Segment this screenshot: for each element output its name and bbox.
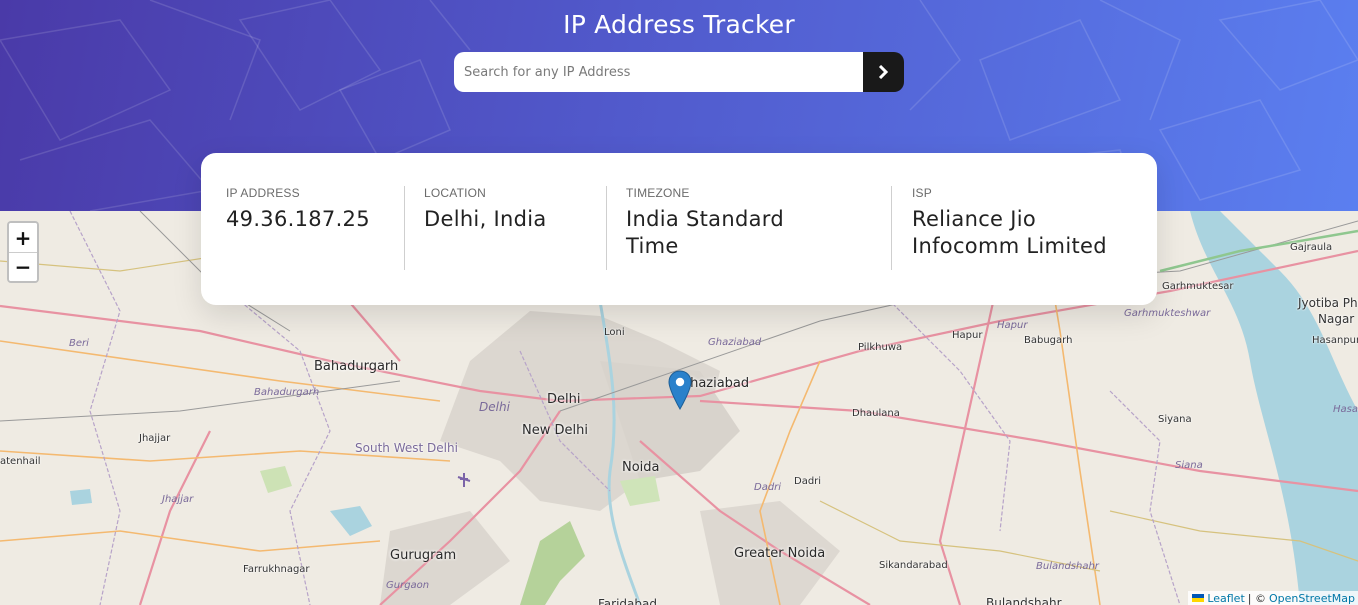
- map-label-delhi-district: Delhi: [479, 400, 510, 414]
- map-label-beri: Beri: [69, 338, 89, 349]
- zoom-control: + −: [7, 221, 39, 283]
- map-label-new-delhi: New Delhi: [522, 423, 588, 438]
- map-label-dadri: Dadri: [794, 476, 822, 487]
- isp-panel: ISP Reliance Jio Infocomm Limited: [891, 186, 1131, 305]
- map-label-siana-district: Siana: [1175, 460, 1203, 471]
- timezone-value: India Standard Time: [626, 207, 784, 258]
- map-label-hasanpur: Hasanpur: [1312, 335, 1358, 346]
- openstreetmap-link[interactable]: OpenStreetMap: [1269, 592, 1355, 605]
- location-value: Delhi, India: [424, 207, 547, 231]
- attribution-separator: | ©: [1247, 591, 1266, 605]
- map-label-hapur-district: Hapur: [997, 320, 1028, 331]
- map-label-greater-noida: Greater Noida: [734, 546, 826, 561]
- map-label-siyana: Siyana: [1158, 414, 1192, 425]
- map-label-dadri-district: Dadri: [754, 482, 782, 493]
- map-label-faridabad: Faridabad: [598, 597, 657, 605]
- map-label-bulandshahr: Bulandshahr: [986, 596, 1062, 605]
- map-label-nagar: Nagar: [1318, 312, 1355, 326]
- map-pin-icon[interactable]: [668, 370, 692, 410]
- search-submit-button[interactable]: [863, 52, 904, 92]
- map-label-farrukhnagar: Farrukhnagar: [243, 564, 310, 575]
- map-label-bulandshahr-district: Bulandshahr: [1036, 561, 1099, 572]
- map-label-bahadurgarh-district: Bahadurgarh: [254, 387, 320, 398]
- map-label-pilkhuwa: Pilkhuwa: [858, 342, 903, 353]
- map-label-dhaulana: Dhaulana: [852, 408, 900, 419]
- map-label-loni: Loni: [604, 327, 625, 338]
- map-label-hapur: Hapur: [952, 330, 983, 341]
- location-panel: LOCATION Delhi, India: [404, 186, 606, 305]
- isp-label: ISP: [912, 186, 932, 200]
- ip-address-panel: IP ADDRESS 49.36.187.25: [226, 186, 404, 305]
- leaflet-link[interactable]: Leaflet: [1207, 592, 1244, 605]
- map-label-delhi: Delhi: [547, 392, 581, 407]
- map-label-south-west-delhi: South West Delhi: [355, 441, 458, 455]
- timezone-panel: TIMEZONE India Standard Time: [606, 186, 891, 305]
- map-label-garhmuktesar: Garhmuktesar: [1162, 281, 1234, 292]
- zoom-in-button[interactable]: +: [9, 223, 37, 252]
- zoom-out-button[interactable]: −: [9, 252, 37, 281]
- map-label-noida: Noida: [622, 460, 660, 475]
- map-label-hasa: Hasa: [1333, 404, 1358, 415]
- map-label-jhajjar: Jhajjar: [139, 433, 171, 444]
- map-label-babugarh: Babugarh: [1024, 335, 1073, 346]
- page-title: IP Address Tracker: [563, 10, 795, 39]
- location-label: LOCATION: [424, 186, 487, 200]
- map-label-gajraula: Gajraula: [1290, 242, 1333, 253]
- map-label-gurgaon-district: Gurgaon: [386, 580, 430, 591]
- map-label-jhajjar-district: Jhajjar: [162, 494, 194, 505]
- ip-address-value: 49.36.187.25: [226, 207, 370, 231]
- map-label-atenhail: atenhail: [0, 456, 41, 467]
- ip-info-card: IP ADDRESS 49.36.187.25 LOCATION Delhi, …: [201, 153, 1157, 305]
- map-attribution: Leaflet | © OpenStreetMap: [1188, 591, 1358, 605]
- map-label-bahadurgarh: Bahadurgarh: [314, 359, 399, 374]
- map-label-sikandarabad: Sikandarabad: [879, 560, 948, 571]
- map-label-jyotiba: Jyotiba Phu: [1298, 296, 1358, 310]
- ip-address-label: IP ADDRESS: [226, 186, 300, 200]
- search-input[interactable]: [454, 52, 863, 92]
- map-label-garhmukteshwar-district: Garhmukteshwar: [1124, 308, 1211, 319]
- timezone-label: TIMEZONE: [626, 186, 690, 200]
- ukraine-flag-icon: [1192, 594, 1205, 602]
- chevron-right-icon: [878, 65, 889, 79]
- map-label-gurugram: Gurugram: [390, 548, 457, 563]
- isp-value: Reliance Jio Infocomm Limited: [912, 207, 1107, 258]
- map-label-ghaziabad-district: Ghaziabad: [708, 337, 762, 348]
- search-form: [454, 52, 904, 92]
